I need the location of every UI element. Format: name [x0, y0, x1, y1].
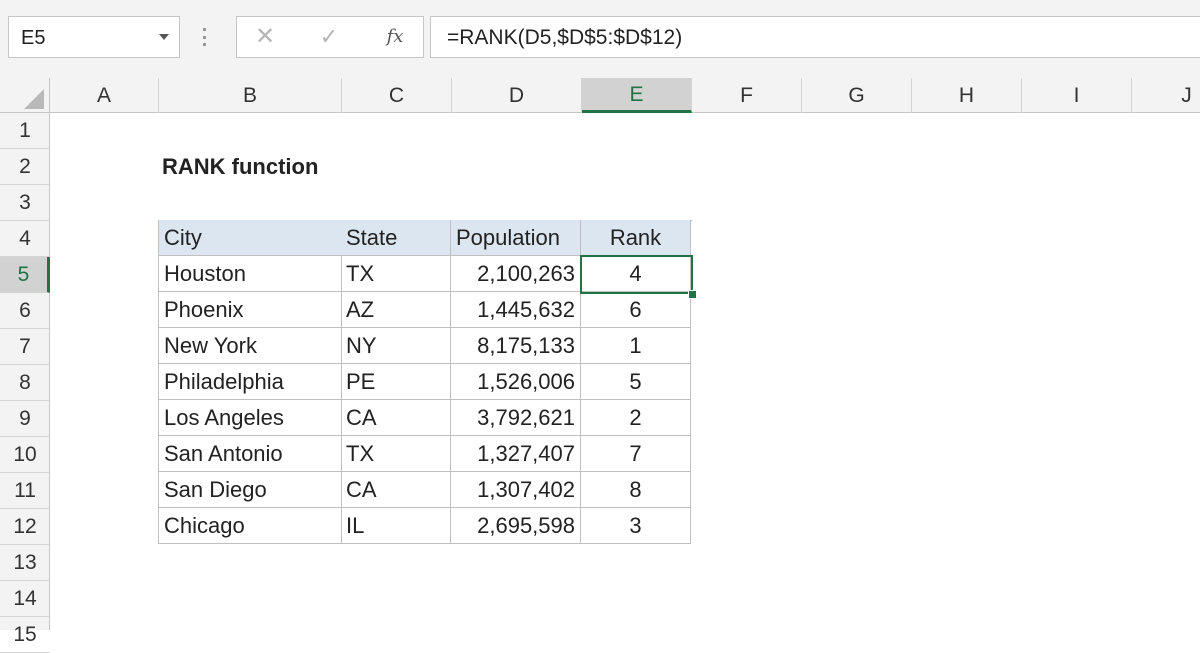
- row-header-1[interactable]: 1: [0, 113, 50, 149]
- enter-icon[interactable]: ✓: [311, 21, 347, 53]
- row-header-8[interactable]: 8: [0, 365, 50, 401]
- table-cell-state[interactable]: CA: [341, 472, 451, 508]
- table-cell-population[interactable]: 1,307,402: [451, 472, 581, 508]
- formula-text: =RANK(D5,$D$5:$D$12): [447, 26, 683, 49]
- column-header-a[interactable]: A: [50, 78, 159, 113]
- table-cell-state[interactable]: NY: [341, 328, 451, 364]
- table-cell-city[interactable]: Philadelphia: [159, 364, 342, 400]
- table-cell-population[interactable]: 8,175,133: [451, 328, 581, 364]
- row-header-10[interactable]: 10: [0, 437, 50, 473]
- row-header-3[interactable]: 3: [0, 185, 50, 221]
- column-header-f[interactable]: F: [692, 78, 802, 113]
- column-header-h[interactable]: H: [912, 78, 1022, 113]
- row-header-6[interactable]: 6: [0, 293, 50, 329]
- table-cell-population[interactable]: 3,792,621: [451, 400, 581, 436]
- formula-buttons: ✕ ✓ fx: [236, 16, 424, 58]
- table-cell-state[interactable]: TX: [341, 256, 451, 292]
- fill-handle[interactable]: [688, 290, 697, 299]
- select-all-icon: [24, 89, 44, 109]
- name-box[interactable]: E5: [8, 16, 180, 58]
- row-header-column: 1 2 3 4 5 6 7 8 9 10 11 12 13 14 15: [0, 113, 50, 653]
- chevron-down-icon[interactable]: [159, 34, 169, 40]
- row-header-13[interactable]: 13: [0, 545, 50, 581]
- table-cell-population[interactable]: 1,445,632: [451, 292, 581, 328]
- table-cell-rank[interactable]: 3: [581, 508, 691, 544]
- table-cell-population[interactable]: 1,526,006: [451, 364, 581, 400]
- sheet-title[interactable]: RANK function: [162, 149, 318, 185]
- table-header-population[interactable]: Population: [451, 220, 581, 256]
- cancel-icon[interactable]: ✕: [247, 21, 283, 53]
- table-cell-city[interactable]: Houston: [159, 256, 342, 292]
- table-cell-city[interactable]: Phoenix: [159, 292, 342, 328]
- table-cell-city[interactable]: Los Angeles: [159, 400, 342, 436]
- row-header-5[interactable]: 5: [0, 257, 50, 293]
- select-all-button[interactable]: [0, 78, 50, 113]
- table-cell-population[interactable]: 1,327,407: [451, 436, 581, 472]
- insert-function-icon[interactable]: fx: [377, 21, 413, 53]
- column-header-c[interactable]: C: [342, 78, 452, 113]
- column-header-j[interactable]: J: [1132, 78, 1200, 113]
- row-header-2[interactable]: 2: [0, 149, 50, 185]
- table-header-state[interactable]: State: [341, 220, 451, 256]
- grip-handle-icon[interactable]: [203, 28, 207, 46]
- table-cell-city[interactable]: Chicago: [159, 508, 342, 544]
- table-cell-population[interactable]: 2,100,263: [451, 256, 581, 292]
- table-cell-city[interactable]: San Antonio: [159, 436, 342, 472]
- row-header-15[interactable]: 15: [0, 617, 50, 653]
- row-header-7[interactable]: 7: [0, 329, 50, 365]
- table-cell-state[interactable]: IL: [341, 508, 451, 544]
- column-header-e[interactable]: E: [582, 78, 692, 113]
- column-header-i[interactable]: I: [1022, 78, 1132, 113]
- table-cell-rank[interactable]: 2: [581, 400, 691, 436]
- formula-input[interactable]: =RANK(D5,$D$5:$D$12): [430, 16, 1200, 58]
- worksheet-grid: ABCDEFGHIJ 1 2 3 4 5 6 7 8 9 10 11 12 13 14 15 RANK fu…: [0, 78, 1200, 653]
- table-cell-city[interactable]: New York: [159, 328, 342, 364]
- row-header-4[interactable]: 4: [0, 221, 50, 257]
- row-header-9[interactable]: 9: [0, 401, 50, 437]
- column-header-g[interactable]: G: [802, 78, 912, 113]
- column-header-d[interactable]: D: [452, 78, 582, 113]
- table-cell-population[interactable]: 2,695,598: [451, 508, 581, 544]
- table-cell-state[interactable]: CA: [341, 400, 451, 436]
- row-header-11[interactable]: 11: [0, 473, 50, 509]
- row-header-14[interactable]: 14: [0, 581, 50, 617]
- row-header-12[interactable]: 12: [0, 509, 50, 545]
- column-header-row: ABCDEFGHIJ: [0, 78, 1200, 113]
- table-cell-city[interactable]: San Diego: [159, 472, 342, 508]
- column-header-b[interactable]: B: [159, 78, 342, 113]
- table-cell-state[interactable]: AZ: [341, 292, 451, 328]
- table-header-rank[interactable]: Rank: [581, 220, 691, 256]
- table-cell-rank[interactable]: 6: [581, 292, 691, 328]
- table-cell-rank[interactable]: 7: [581, 436, 691, 472]
- table-cell-rank[interactable]: 4: [581, 256, 691, 292]
- table-cell-state[interactable]: PE: [341, 364, 451, 400]
- table-header-city[interactable]: City: [159, 220, 343, 256]
- table-cell-rank[interactable]: 5: [581, 364, 691, 400]
- name-box-value: E5: [21, 27, 46, 49]
- table-cell-rank[interactable]: 1: [581, 328, 691, 364]
- formula-bar: E5 ✕ ✓ fx =RANK(D5,$D$5:$D$12): [0, 0, 1200, 78]
- table-cell-rank[interactable]: 8: [581, 472, 691, 508]
- table-cell-state[interactable]: TX: [341, 436, 451, 472]
